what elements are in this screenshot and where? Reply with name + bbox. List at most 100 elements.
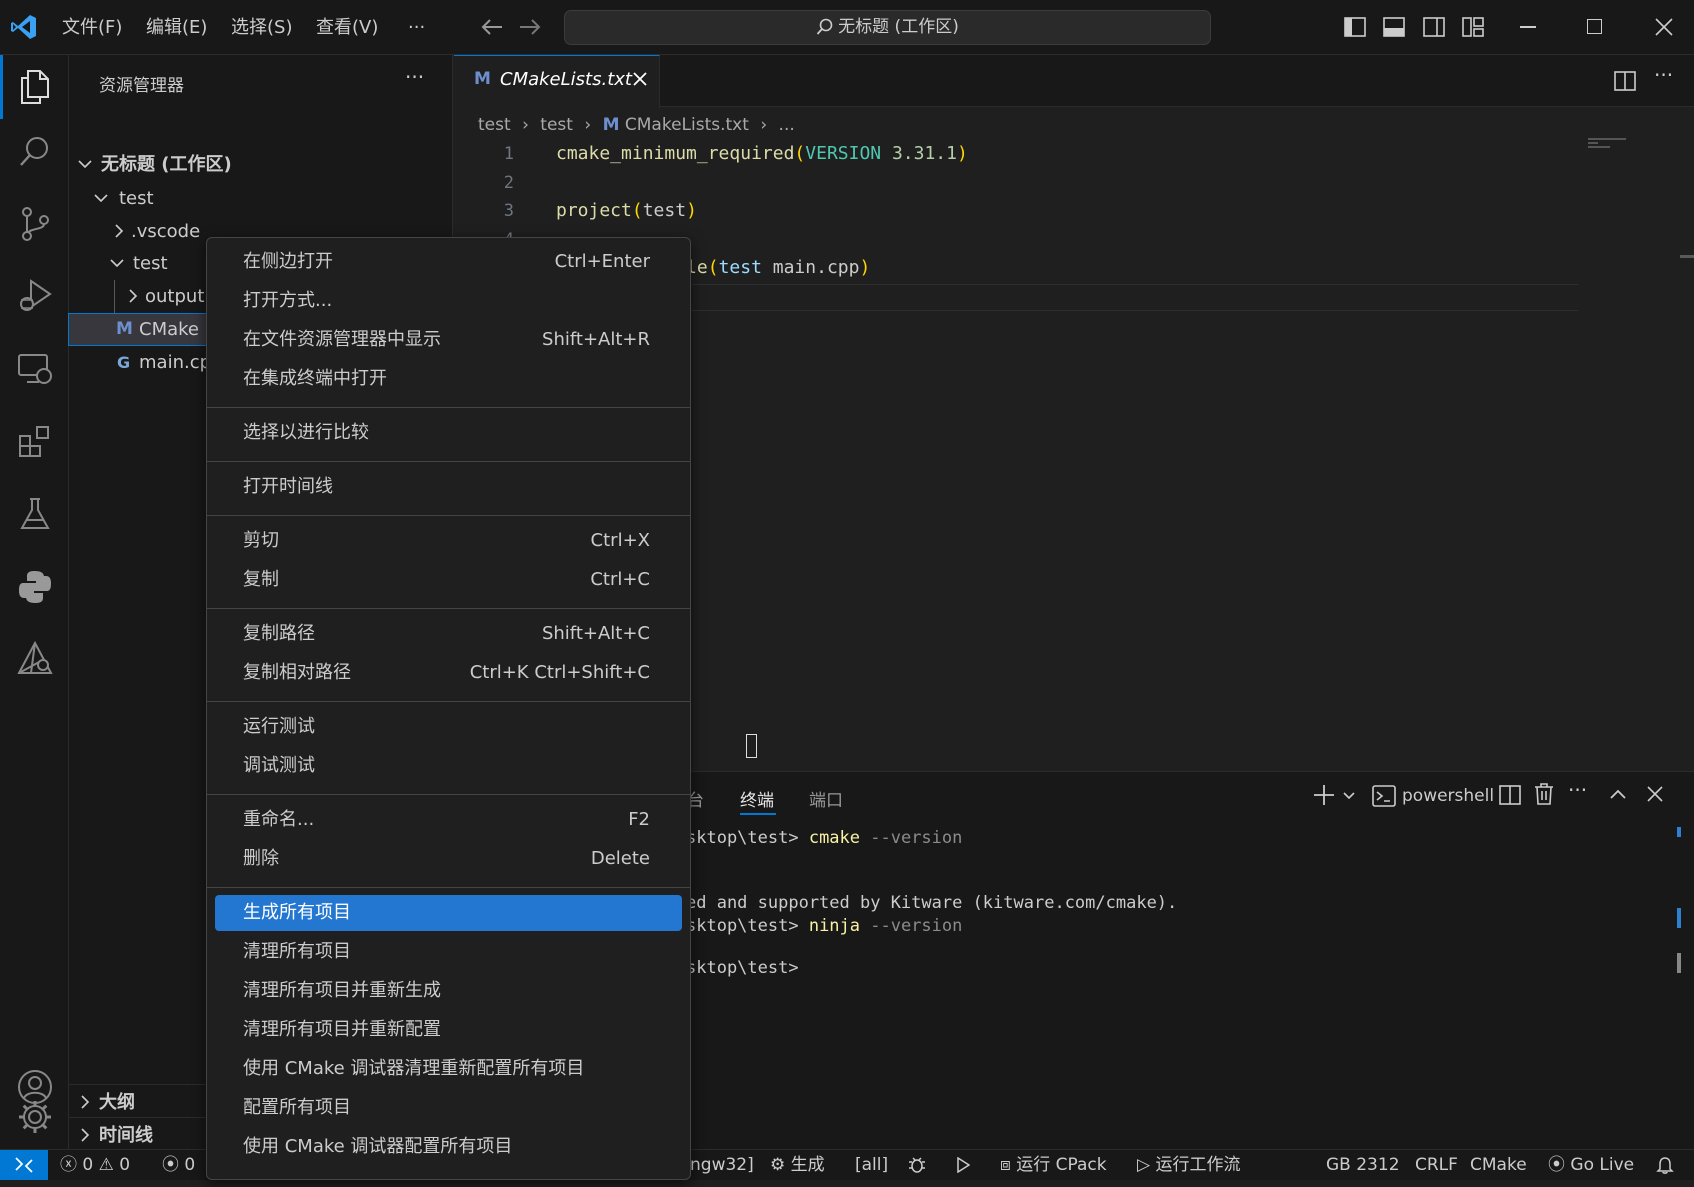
- run-workflow-button[interactable]: ▷ 运行工作流: [1137, 1150, 1240, 1180]
- outline-section[interactable]: 大纲: [77, 1086, 135, 1119]
- menu-more[interactable]: ···: [408, 0, 425, 55]
- chevron-right-icon: ›: [760, 115, 768, 135]
- customize-layout-icon[interactable]: [1462, 17, 1484, 37]
- maximize-panel-chevron-up-icon[interactable]: [1609, 788, 1627, 800]
- trash-icon[interactable]: [1534, 783, 1554, 805]
- source-control-icon[interactable]: [0, 192, 69, 256]
- panel-tab-ports[interactable]: 端口: [809, 786, 843, 811]
- menu-item[interactable]: 清理所有项目: [215, 934, 682, 970]
- menu-item-label: 删除: [243, 848, 279, 869]
- back-arrow-icon[interactable]: [480, 16, 504, 38]
- terminal-output[interactable]: sktop\test> cmake --version ed and suppor…: [686, 825, 1586, 995]
- menu-item[interactable]: 运行测试: [215, 709, 682, 745]
- toggle-secondary-sidebar-icon[interactable]: [1423, 17, 1445, 37]
- close-tab-icon[interactable]: [632, 71, 648, 87]
- menu-item[interactable]: 复制相对路径 Ctrl+K Ctrl+Shift+C: [215, 655, 682, 691]
- breadcrumb-item[interactable]: test: [478, 115, 511, 135]
- remote-indicator[interactable]: [0, 1150, 48, 1180]
- panel-tab-terminal[interactable]: 终端: [740, 786, 774, 811]
- cmake-tools-icon[interactable]: [0, 627, 69, 691]
- split-terminal-icon[interactable]: [1499, 785, 1521, 805]
- forward-arrow-icon[interactable]: [518, 16, 542, 38]
- menu-item[interactable]: 使用 CMake 调试器配置所有项目: [215, 1129, 682, 1165]
- menu-item[interactable]: 配置所有项目: [215, 1090, 682, 1126]
- menu-item[interactable]: 打开时间线: [215, 469, 682, 505]
- close-window-icon[interactable]: [1655, 18, 1673, 36]
- explorer-icon[interactable]: [0, 55, 69, 119]
- new-terminal-icon[interactable]: [1312, 783, 1336, 807]
- menu-item[interactable]: 清理所有项目并重新生成: [215, 973, 682, 1009]
- command-center-search[interactable]: 无标题 (工作区): [564, 10, 1211, 45]
- tree-item-vscode[interactable]: .vscode: [111, 215, 200, 248]
- menu-file[interactable]: 文件(F): [62, 0, 122, 55]
- build-button[interactable]: ⚙ 生成: [770, 1150, 825, 1180]
- tree-item-test[interactable]: test: [93, 182, 154, 215]
- menu-item-label: 清理所有项目: [243, 941, 351, 962]
- menu-item[interactable]: 重命名... F2: [215, 802, 682, 838]
- split-editor-icon[interactable]: [1614, 71, 1636, 91]
- menu-item[interactable]: 复制 Ctrl+C: [215, 562, 682, 598]
- play-icon[interactable]: [956, 1157, 970, 1187]
- cmake-kit[interactable]: ngw32]: [690, 1150, 754, 1180]
- tree-item-test-folder[interactable]: test: [109, 247, 168, 280]
- line-ending[interactable]: CRLF: [1415, 1150, 1458, 1180]
- menu-item[interactable]: 选择以进行比较: [215, 415, 682, 451]
- breadcrumb-item[interactable]: ...: [779, 115, 795, 135]
- encoding[interactable]: GB 2312: [1326, 1150, 1400, 1180]
- menu-item[interactable]: 复制路径 Shift+Alt+C: [215, 616, 682, 652]
- menu-selection[interactable]: 选择(S): [231, 0, 292, 55]
- menu-item[interactable]: 在文件资源管理器中显示 Shift+Alt+R: [215, 322, 682, 358]
- tab-cmakelists[interactable]: M CMakeLists.txt: [454, 55, 660, 108]
- menu-item[interactable]: 调试测试: [215, 748, 682, 784]
- menu-item[interactable]: 剪切 Ctrl+X: [215, 523, 682, 559]
- run-debug-icon[interactable]: [0, 264, 69, 328]
- minimize-icon[interactable]: [1520, 26, 1536, 28]
- remote-explorer-icon[interactable]: [0, 337, 69, 401]
- close-panel-icon[interactable]: [1647, 786, 1663, 802]
- sidebar-more-button[interactable]: ···: [405, 65, 424, 89]
- menu-item[interactable]: 删除 Delete: [215, 841, 682, 877]
- minimap[interactable]: [1588, 138, 1628, 148]
- editor-more-button[interactable]: ···: [1654, 63, 1673, 87]
- menu-item-label: 重命名...: [243, 809, 315, 830]
- tree-item-main-cpp[interactable]: G main.cp: [117, 346, 211, 379]
- notifications-bell-icon[interactable]: [1656, 1156, 1674, 1186]
- problems-indicator[interactable]: ⓧ 0 ⚠ 0: [60, 1150, 130, 1180]
- menu-item[interactable]: 在集成终端中打开: [215, 361, 682, 397]
- warning-icon: ⚠: [98, 1155, 114, 1175]
- tree-item-output[interactable]: output: [125, 280, 204, 313]
- sidebar-title: 资源管理器: [99, 76, 184, 96]
- menu-item[interactable]: 在侧边打开 Ctrl+Enter: [215, 244, 682, 280]
- menu-item[interactable]: 清理所有项目并重新配置: [215, 1012, 682, 1048]
- menu-item[interactable]: 使用 CMake 调试器清理重新配置所有项目: [215, 1051, 682, 1087]
- breadcrumb-item[interactable]: test: [540, 115, 573, 135]
- breadcrumb-item[interactable]: CMakeLists.txt: [625, 115, 749, 135]
- language-mode[interactable]: CMake: [1470, 1150, 1527, 1180]
- timeline-section[interactable]: 时间线: [77, 1119, 153, 1152]
- menu-item-shortcut: Ctrl+C: [590, 569, 650, 590]
- search-view-icon[interactable]: [0, 120, 69, 184]
- go-live-button[interactable]: ⦿ Go Live: [1548, 1150, 1634, 1180]
- python-icon[interactable]: [0, 555, 69, 619]
- debug-bug-icon[interactable]: [908, 1156, 926, 1186]
- tree-item-label: test: [119, 188, 154, 209]
- build-target[interactable]: [all]: [855, 1150, 888, 1180]
- run-cpack-button[interactable]: ⧈ 运行 CPack: [1000, 1150, 1107, 1180]
- menu-view[interactable]: 查看(V): [316, 0, 378, 55]
- menu-item[interactable]: 打开方式...: [215, 283, 682, 319]
- menu-edit[interactable]: 编辑(E): [146, 0, 207, 55]
- ports-indicator[interactable]: ⦿ 0: [162, 1150, 195, 1180]
- terminal-shell-name[interactable]: powershell: [1402, 786, 1494, 806]
- menu-item-label: 配置所有项目: [243, 1097, 351, 1118]
- settings-gear-icon[interactable]: [0, 1085, 69, 1149]
- toggle-panel-icon[interactable]: [1383, 17, 1405, 37]
- testing-icon[interactable]: [0, 482, 69, 546]
- workspace-header[interactable]: 无标题 (工作区): [75, 148, 232, 181]
- panel-more-button[interactable]: ···: [1568, 778, 1587, 802]
- maximize-icon[interactable]: [1587, 19, 1602, 34]
- chevron-down-icon[interactable]: [1342, 790, 1356, 802]
- extensions-icon[interactable]: [0, 409, 69, 473]
- menu-item[interactable]: 生成所有项目: [215, 895, 682, 931]
- active-tab-underline: [740, 813, 776, 815]
- toggle-primary-sidebar-icon[interactable]: [1344, 17, 1366, 37]
